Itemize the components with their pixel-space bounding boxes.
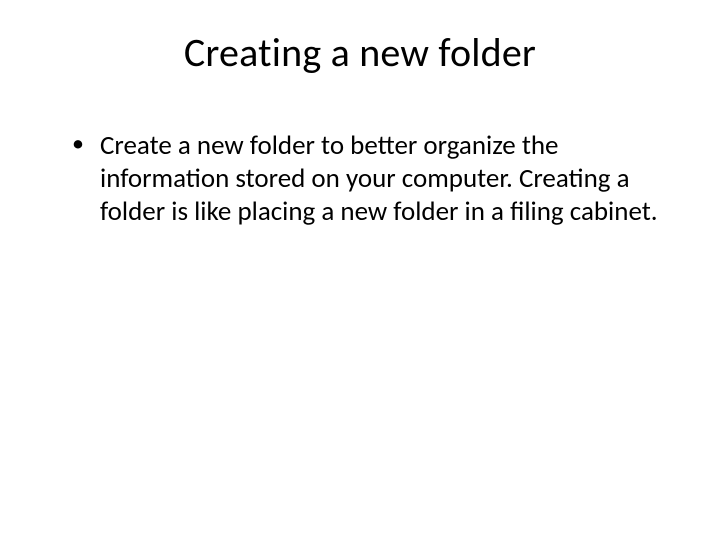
slide-container: Creating a new folder Create a new folde… xyxy=(0,0,720,540)
slide-title: Creating a new folder xyxy=(48,28,672,77)
slide-content: Create a new folder to better organize t… xyxy=(48,129,672,229)
bullet-item: Create a new folder to better organize t… xyxy=(72,129,672,229)
